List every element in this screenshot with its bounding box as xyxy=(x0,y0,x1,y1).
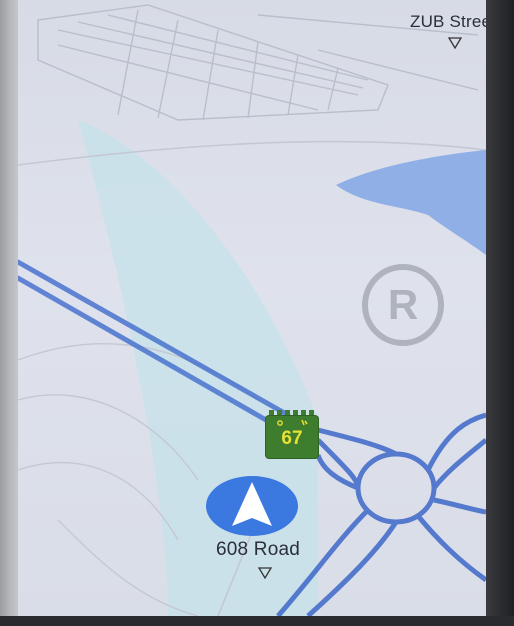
navigation-arrow-icon[interactable] xyxy=(204,474,300,538)
registered-trademark-icon: R xyxy=(362,264,444,346)
water-body xyxy=(336,150,486,255)
device-bezel-right xyxy=(486,0,514,626)
device-bezel-bottom xyxy=(0,616,514,626)
speed-limit-sign-icon: 67 xyxy=(266,410,318,458)
navigation-map[interactable]: R ZUB Street 67 608 Road xyxy=(18,0,486,616)
street-label-top: ZUB Street xyxy=(410,12,486,31)
street-marker-icon xyxy=(258,567,272,579)
device-bezel-left xyxy=(0,0,18,626)
street-marker-icon xyxy=(448,37,462,49)
svg-text:R: R xyxy=(388,281,418,328)
speed-limit-value: 67 xyxy=(281,428,303,449)
minor-road xyxy=(18,462,179,541)
street-label-current: 608 Road xyxy=(216,539,301,560)
